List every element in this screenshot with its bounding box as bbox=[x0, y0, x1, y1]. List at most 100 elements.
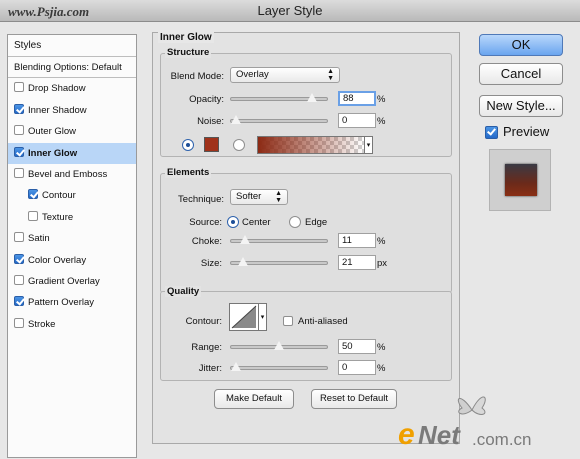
contour-picker[interactable] bbox=[229, 303, 259, 331]
elements-title: Elements bbox=[165, 167, 212, 178]
sidebar-item[interactable]: Satin bbox=[8, 228, 136, 249]
range-field[interactable]: 50 bbox=[338, 339, 376, 354]
sidebar-item-label: Contour bbox=[42, 190, 76, 202]
sidebar-item[interactable]: Stroke bbox=[8, 314, 136, 335]
source-edge-label[interactable]: Edge bbox=[305, 217, 327, 228]
opacity-field[interactable]: 88 bbox=[338, 91, 376, 106]
contour-dropdown-icon[interactable]: ▾ bbox=[259, 303, 267, 331]
jitter-slider-thumb[interactable] bbox=[230, 361, 242, 372]
sidebar-checkbox[interactable] bbox=[14, 167, 24, 178]
jitter-label: Jitter: bbox=[198, 363, 222, 374]
choke-label: Choke: bbox=[191, 236, 222, 247]
range-slider-thumb[interactable] bbox=[273, 340, 285, 351]
enet-watermark: e Net .com.cn bbox=[388, 396, 578, 459]
sidebar-item-label: Bevel and Emboss bbox=[28, 168, 108, 180]
cancel-button[interactable]: Cancel bbox=[479, 63, 563, 85]
size-slider[interactable] bbox=[230, 256, 328, 267]
sidebar-checkbox[interactable] bbox=[14, 125, 24, 136]
noise-field[interactable]: 0 bbox=[338, 113, 376, 128]
preview-thumbnail bbox=[505, 164, 537, 196]
sidebar-item-label: Pattern Overlay bbox=[28, 297, 94, 309]
glow-gradient-picker[interactable] bbox=[257, 136, 365, 154]
gradient-dropdown-icon[interactable]: ▾ bbox=[365, 136, 373, 154]
blend-mode-select[interactable]: Overlay ▲ ▼ bbox=[230, 67, 340, 83]
sidebar-checkbox[interactable] bbox=[14, 103, 24, 114]
sidebar-item[interactable]: Color Overlay bbox=[8, 250, 136, 271]
size-slider-thumb[interactable] bbox=[237, 256, 250, 267]
sidebar-checkbox[interactable] bbox=[14, 146, 24, 157]
sidebar-item-label: Inner Glow bbox=[28, 147, 78, 159]
sidebar-item[interactable]: Pattern Overlay bbox=[8, 292, 136, 313]
sidebar-item-label: Stroke bbox=[28, 318, 56, 330]
preview-checkbox[interactable] bbox=[485, 126, 498, 139]
choke-slider-thumb[interactable] bbox=[239, 234, 252, 245]
source-edge-radio[interactable] bbox=[289, 216, 301, 228]
source-center-label[interactable]: Center bbox=[242, 217, 271, 228]
new-style-button[interactable]: New Style... bbox=[479, 95, 563, 117]
preview-label[interactable]: Preview bbox=[503, 124, 549, 139]
technique-select[interactable]: Softer ▲ ▼ bbox=[230, 189, 288, 205]
sidebar-item[interactable]: Outer Glow bbox=[8, 121, 136, 142]
gradient-radio[interactable] bbox=[233, 139, 245, 151]
make-default-button[interactable]: Make Default bbox=[214, 389, 294, 409]
sidebar-item[interactable]: Gradient Overlay bbox=[8, 271, 136, 292]
anti-aliased-checkbox[interactable] bbox=[283, 316, 293, 326]
glow-color-swatch[interactable] bbox=[204, 137, 219, 152]
range-label: Range: bbox=[191, 342, 222, 353]
sidebar-item[interactable]: Texture bbox=[8, 207, 136, 228]
opacity-unit: % bbox=[377, 94, 386, 105]
sidebar-item-label: Satin bbox=[28, 233, 50, 245]
opacity-label: Opacity: bbox=[189, 94, 224, 105]
sidebar-checkbox[interactable] bbox=[14, 82, 24, 93]
sidebar-checkbox[interactable] bbox=[28, 189, 38, 200]
jitter-slider[interactable] bbox=[230, 361, 328, 372]
sidebar-checkbox[interactable] bbox=[14, 232, 24, 243]
noise-slider[interactable] bbox=[230, 114, 328, 125]
size-unit: px bbox=[377, 258, 388, 269]
noise-label: Noise: bbox=[197, 116, 224, 127]
sidebar-item[interactable]: Contour bbox=[8, 185, 136, 206]
styles-sidebar: Styles Blending Options: Default Drop Sha… bbox=[7, 34, 137, 458]
opacity-slider[interactable] bbox=[230, 92, 328, 103]
anti-aliased-label[interactable]: Anti-aliased bbox=[298, 316, 348, 327]
sidebar-item[interactable]: Inner Shadow bbox=[8, 100, 136, 121]
sidebar-item[interactable]: Drop Shadow bbox=[8, 78, 136, 99]
choke-unit: % bbox=[377, 236, 386, 247]
sidebar-header[interactable]: Styles bbox=[8, 35, 136, 57]
structure-title: Structure bbox=[165, 47, 212, 58]
range-slider[interactable] bbox=[230, 340, 328, 351]
sidebar-checkbox[interactable] bbox=[14, 274, 24, 285]
jitter-field[interactable]: 0 bbox=[338, 360, 376, 375]
source-center-radio[interactable] bbox=[227, 216, 239, 228]
sidebar-checkbox[interactable] bbox=[14, 296, 24, 307]
noise-slider-thumb[interactable] bbox=[230, 114, 242, 125]
noise-unit: % bbox=[377, 116, 386, 127]
blend-mode-label: Blend Mode: bbox=[170, 71, 224, 82]
sidebar-item[interactable]: Inner Glow bbox=[8, 142, 136, 164]
panel-title: Inner Glow bbox=[158, 32, 214, 43]
title-bar: www.Psjia.com Layer Style bbox=[0, 0, 580, 22]
select-arrows-icon: ▲ ▼ bbox=[275, 190, 282, 204]
sidebar-checkbox[interactable] bbox=[28, 210, 38, 221]
size-field[interactable]: 21 bbox=[338, 255, 376, 270]
choke-slider[interactable] bbox=[230, 234, 328, 245]
select-arrows-icon: ▲ ▼ bbox=[327, 68, 334, 82]
technique-value: Softer bbox=[236, 191, 262, 202]
choke-field[interactable]: 11 bbox=[338, 233, 376, 248]
contour-curve-icon bbox=[231, 305, 257, 329]
opacity-slider-thumb[interactable] bbox=[305, 92, 318, 103]
sidebar-checkbox[interactable] bbox=[14, 253, 24, 264]
range-unit: % bbox=[377, 342, 386, 353]
sidebar-item-label: Outer Glow bbox=[28, 126, 77, 138]
sidebar-item-label: Blending Options: Default bbox=[14, 62, 122, 73]
sidebar-item[interactable]: Bevel and Emboss bbox=[8, 164, 136, 185]
enet-e: e bbox=[398, 418, 415, 451]
ok-button[interactable]: OK bbox=[479, 34, 563, 56]
color-radio[interactable] bbox=[182, 139, 194, 151]
sidebar-checkbox[interactable] bbox=[14, 317, 24, 328]
sidebar-item[interactable]: Blending Options: Default bbox=[8, 57, 136, 79]
size-label: Size: bbox=[200, 258, 222, 269]
reset-to-default-button[interactable]: Reset to Default bbox=[311, 389, 397, 409]
dialog-body: Styles Blending Options: Default Drop Sha… bbox=[0, 22, 580, 459]
sidebar-item-label: Texture bbox=[42, 211, 74, 223]
